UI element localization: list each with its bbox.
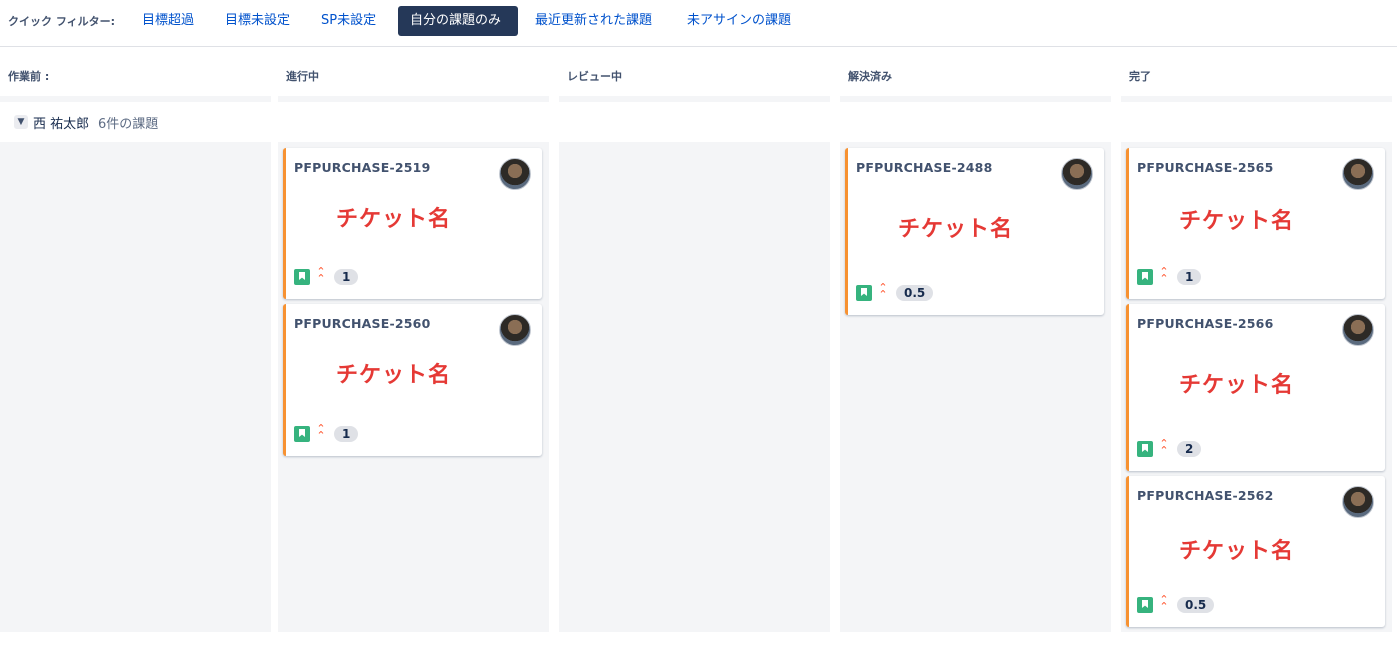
- story-icon: [294, 269, 310, 285]
- column-title: 完了: [1129, 70, 1151, 83]
- story-points-badge: 0.5: [896, 285, 934, 301]
- column-header-in-progress: 進行中: [278, 48, 549, 102]
- issue-key[interactable]: PFPURCHASE-2565: [1137, 160, 1273, 175]
- column-header-bar: [840, 96, 1111, 102]
- story-icon: [856, 285, 872, 301]
- issue-key[interactable]: PFPURCHASE-2562: [1137, 488, 1273, 503]
- priority-highest-icon: ⌃ ⌃: [1159, 593, 1169, 613]
- issue-summary: チケット名: [336, 207, 452, 232]
- issue-key[interactable]: PFPURCHASE-2566: [1137, 316, 1273, 331]
- story-icon: [1137, 441, 1153, 457]
- story-icon: [1137, 269, 1153, 285]
- column-header-bar: [559, 96, 830, 102]
- filter-my-issues[interactable]: 自分の課題のみ: [398, 6, 518, 36]
- issue-key[interactable]: PFPURCHASE-2488: [856, 160, 992, 175]
- filter-unassigned[interactable]: 未アサインの課題: [675, 6, 803, 36]
- avatar: [499, 158, 531, 190]
- issue-card[interactable]: PFPURCHASE-2488 チケット名 ⌃ ⌃ 0.5: [845, 148, 1104, 315]
- issue-summary: チケット名: [1179, 373, 1295, 398]
- filter-recently-updated[interactable]: 最近更新された課題: [523, 6, 664, 36]
- issue-summary: チケット名: [898, 217, 1014, 242]
- column-header-bar: [0, 96, 271, 102]
- issue-summary: チケット名: [1179, 209, 1295, 234]
- issue-card[interactable]: PFPURCHASE-2560 チケット名 ⌃ ⌃ 1: [283, 304, 542, 456]
- filter-over-target[interactable]: 目標超過: [130, 6, 206, 36]
- issue-card[interactable]: PFPURCHASE-2519 チケット名 ⌃ ⌃ 1: [283, 148, 542, 299]
- avatar: [1342, 314, 1374, 346]
- issue-key[interactable]: PFPURCHASE-2560: [294, 316, 430, 331]
- column-done: PFPURCHASE-2565 チケット名 ⌃ ⌃ 1 PFPURCHASE-25…: [1121, 142, 1392, 632]
- column-header-resolved: 解決済み: [840, 48, 1111, 102]
- story-points-badge: 1: [334, 426, 359, 442]
- column-header-todo: 作業前 :: [0, 48, 271, 102]
- priority-highest-icon: ⌃ ⌃: [316, 422, 326, 442]
- issue-card[interactable]: PFPURCHASE-2566 チケット名 ⌃ ⌃ 2: [1126, 304, 1385, 471]
- filter-no-sp[interactable]: SP未設定: [309, 6, 388, 36]
- story-points-badge: 1: [1177, 269, 1202, 285]
- swimlane-header[interactable]: ▼ 西 祐太郎 6件の課題: [0, 108, 1397, 138]
- avatar: [1342, 486, 1374, 518]
- issue-card[interactable]: PFPURCHASE-2562 チケット名 ⌃ ⌃ 0.5: [1126, 476, 1385, 627]
- column-title: レビュー中: [567, 70, 622, 83]
- priority-highest-icon: ⌃ ⌃: [1159, 437, 1169, 457]
- column-title: 進行中: [286, 70, 319, 83]
- story-points-badge: 1: [334, 269, 359, 285]
- column-in-progress: PFPURCHASE-2519 チケット名 ⌃ ⌃ 1 PFPURCHASE-25…: [278, 142, 549, 632]
- story-icon: [294, 426, 310, 442]
- issue-summary: チケット名: [1179, 539, 1295, 564]
- swimlane-assignee: 西 祐太郎: [33, 117, 90, 132]
- priority-highest-icon: ⌃ ⌃: [1159, 265, 1169, 285]
- column-header-bar: [278, 96, 549, 102]
- column-resolved: PFPURCHASE-2488 チケット名 ⌃ ⌃ 0.5: [840, 142, 1111, 632]
- issue-key[interactable]: PFPURCHASE-2519: [294, 160, 430, 175]
- column-title: 解決済み: [848, 70, 892, 83]
- issue-summary: チケット名: [336, 363, 452, 388]
- priority-highest-icon: ⌃ ⌃: [316, 265, 326, 285]
- quick-filters-label: クイック フィルター:: [8, 15, 116, 28]
- column-in-review: [559, 142, 830, 632]
- swimlane-issue-count: 6件の課題: [98, 117, 159, 132]
- quick-filters-bar: クイック フィルター: 目標超過 目標未設定 SP未設定 自分の課題のみ 最近更…: [0, 0, 1397, 47]
- filter-no-target[interactable]: 目標未設定: [213, 6, 302, 36]
- priority-highest-icon: ⌃ ⌃: [878, 281, 888, 301]
- issue-card[interactable]: PFPURCHASE-2565 チケット名 ⌃ ⌃ 1: [1126, 148, 1385, 299]
- avatar: [499, 314, 531, 346]
- column-header-in-review: レビュー中: [559, 48, 830, 102]
- story-points-badge: 2: [1177, 441, 1202, 457]
- chevron-down-icon[interactable]: ▼: [14, 115, 28, 129]
- column-header-bar: [1121, 96, 1392, 102]
- column-title: 作業前 :: [8, 70, 50, 83]
- avatar: [1061, 158, 1093, 190]
- avatar: [1342, 158, 1374, 190]
- column-header-done: 完了: [1121, 48, 1392, 102]
- story-points-badge: 0.5: [1177, 597, 1215, 613]
- column-todo: [0, 142, 271, 632]
- story-icon: [1137, 597, 1153, 613]
